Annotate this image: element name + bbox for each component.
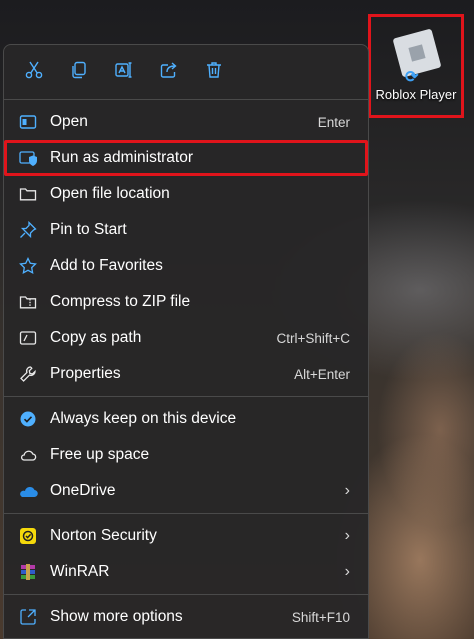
rename-icon xyxy=(115,62,132,78)
shortcut-text: Enter xyxy=(317,114,350,130)
menu-item-label: Pin to Start xyxy=(50,221,127,238)
separator xyxy=(4,396,368,397)
menu-item-onedrive[interactable]: OneDrive › xyxy=(4,473,368,509)
menu-item-copy-as-path[interactable]: Copy as path Ctrl+Shift+C xyxy=(4,320,368,356)
menu-item-label: WinRAR xyxy=(50,563,110,580)
menu-item-label: Run as administrator xyxy=(50,149,194,166)
shortcut-text: Alt+Enter xyxy=(294,366,350,382)
menu-item-label: Compress to ZIP file xyxy=(50,293,191,310)
wrench-icon xyxy=(18,364,38,384)
shield-icon xyxy=(18,148,38,168)
desktop-icon-label: Roblox Player xyxy=(375,87,457,102)
menu-item-open[interactable]: Open Enter xyxy=(4,104,368,140)
winrar-icon xyxy=(18,562,38,582)
context-menu: Open Enter Run as administrator Open fil… xyxy=(3,44,369,639)
menu-item-label: OneDrive xyxy=(50,482,116,499)
menu-item-free-up-space[interactable]: Free up space xyxy=(4,437,368,473)
menu-item-label: Add to Favorites xyxy=(50,257,163,274)
cut-button[interactable] xyxy=(14,50,54,90)
menu-item-compress-zip[interactable]: Compress to ZIP file xyxy=(4,284,368,320)
menu-item-norton-security[interactable]: Norton Security › xyxy=(4,518,368,554)
delete-button[interactable] xyxy=(194,50,234,90)
zip-folder-icon xyxy=(18,292,38,312)
copy-icon xyxy=(72,61,86,79)
context-toolbar xyxy=(4,45,368,95)
menu-item-label: Show more options xyxy=(50,608,183,625)
chevron-right-icon: › xyxy=(344,482,350,499)
menu-item-label: Open file location xyxy=(50,185,170,202)
share-icon xyxy=(160,62,177,78)
copy-button[interactable] xyxy=(59,50,99,90)
menu-item-label: Copy as path xyxy=(50,329,142,346)
menu-item-properties[interactable]: Properties Alt+Enter xyxy=(4,356,368,392)
shortcut-text: Ctrl+Shift+C xyxy=(276,330,350,346)
cut-icon xyxy=(25,61,43,79)
menu-item-label: Norton Security xyxy=(50,527,157,544)
separator xyxy=(4,99,368,100)
menu-item-pin-to-start[interactable]: Pin to Start xyxy=(4,212,368,248)
menu-item-add-to-favorites[interactable]: Add to Favorites xyxy=(4,248,368,284)
separator xyxy=(4,594,368,595)
shortcut-text: Shift+F10 xyxy=(291,609,350,625)
sync-icon: ⟳ xyxy=(405,69,419,86)
menu-item-label: Open xyxy=(50,113,88,130)
chevron-right-icon: › xyxy=(344,563,350,580)
menu-item-label: Free up space xyxy=(50,446,150,463)
chevron-right-icon: › xyxy=(344,527,350,544)
star-icon xyxy=(18,256,38,276)
menu-item-label: Always keep on this device xyxy=(50,410,237,427)
rename-button[interactable] xyxy=(104,50,144,90)
share-button[interactable] xyxy=(149,50,189,90)
roblox-logo-icon: ⟳ xyxy=(389,27,443,86)
roblox-player-desktop-icon[interactable]: ⟳ Roblox Player xyxy=(368,14,464,118)
open-app-icon xyxy=(18,112,38,132)
folder-icon xyxy=(18,184,38,204)
menu-item-show-more-options[interactable]: Show more options Shift+F10 xyxy=(4,599,368,635)
menu-item-winrar[interactable]: WinRAR › xyxy=(4,554,368,590)
delete-icon xyxy=(207,62,221,78)
menu-item-open-file-location[interactable]: Open file location xyxy=(4,176,368,212)
separator xyxy=(4,513,368,514)
cloud-icon xyxy=(18,445,38,465)
onedrive-icon xyxy=(18,481,38,501)
menu-item-run-as-administrator[interactable]: Run as administrator xyxy=(4,140,368,176)
menu-item-label: Properties xyxy=(50,365,121,382)
cloud-check-icon xyxy=(18,409,38,429)
norton-icon xyxy=(18,526,38,546)
pin-icon xyxy=(18,220,38,240)
menu-item-always-keep-on-device[interactable]: Always keep on this device xyxy=(4,401,368,437)
more-options-icon xyxy=(18,607,38,627)
copy-path-icon xyxy=(18,328,38,348)
